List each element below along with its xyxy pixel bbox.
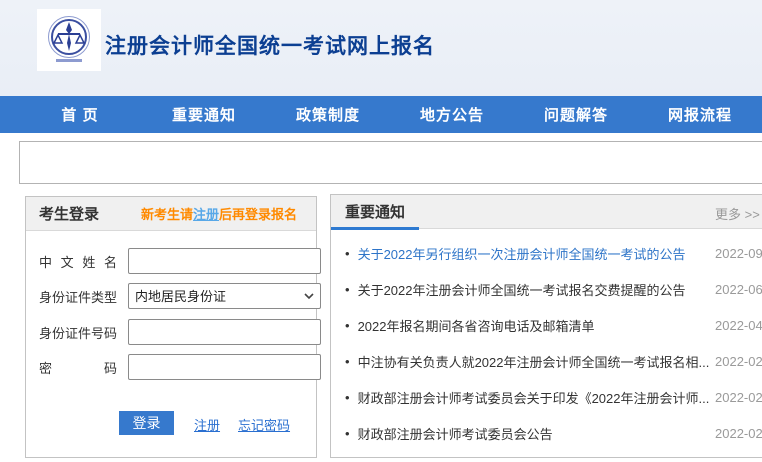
- hint-prefix: 新考生请: [141, 207, 193, 222]
- password-label: 密 码: [39, 358, 117, 377]
- nav-item-important-notices[interactable]: 重要通知: [142, 104, 266, 125]
- password-row: 密 码: [39, 354, 321, 380]
- notices-panel-header: 重要通知 更多 >>: [331, 195, 762, 229]
- id-type-label: 身份证件类型: [39, 287, 117, 306]
- bullet-icon: •: [345, 390, 350, 405]
- forgot-password-link[interactable]: 忘记密码: [238, 415, 290, 434]
- login-panel-header: 考生登录 新考生请注册后再登录报名: [26, 197, 316, 231]
- id-number-row: 身份证件号码: [39, 319, 321, 345]
- banner-placeholder: [19, 141, 762, 184]
- cicpa-logo: [37, 9, 101, 71]
- new-candidate-hint: 新考生请注册后再登录报名: [141, 204, 297, 223]
- id-number-input[interactable]: [128, 319, 321, 345]
- bullet-icon: •: [345, 282, 350, 297]
- id-number-label: 身份证件号码: [39, 323, 117, 342]
- id-type-row: 身份证件类型 内地居民身份证: [39, 283, 321, 309]
- hint-suffix: 后再登录报名: [219, 207, 297, 222]
- login-button[interactable]: 登录: [119, 411, 174, 435]
- notices-panel: 重要通知 更多 >> • 关于2022年另行组织一次注册会计师全国统一考试的公告…: [330, 194, 762, 458]
- nav-item-faq[interactable]: 问题解答: [514, 104, 638, 125]
- name-label: 中 文 姓 名: [39, 252, 117, 271]
- list-item: • 财政部注册会计师考试委员会关于印发《2022年注册会计师... 2022-0…: [331, 379, 762, 415]
- main-nav: 首 页 重要通知 政策制度 地方公告 问题解答 网报流程: [0, 96, 762, 133]
- bullet-icon: •: [345, 354, 350, 369]
- id-type-select-wrap: 内地居民身份证: [128, 283, 321, 309]
- chinese-name-input[interactable]: [128, 248, 321, 274]
- login-actions: 登录 注册 忘记密码: [26, 411, 316, 435]
- notice-date: 2022-02-: [715, 390, 762, 405]
- nav-item-registration-process[interactable]: 网报流程: [638, 104, 762, 125]
- notice-link[interactable]: 中注协有关负责人就2022年注册会计师全国统一考试报名相...: [358, 352, 710, 371]
- notice-date: 2022-02-: [715, 354, 762, 369]
- list-item: • 财政部注册会计师考试委员会公告 2022-02-: [331, 415, 762, 451]
- nav-item-local-announcements[interactable]: 地方公告: [390, 104, 514, 125]
- notice-link[interactable]: 关于2022年注册会计师全国统一考试报名交费提醒的公告: [358, 280, 686, 299]
- tab-important-notices[interactable]: 重要通知: [331, 196, 419, 230]
- more-link[interactable]: 更多 >>: [715, 204, 760, 223]
- password-input[interactable]: [128, 354, 321, 380]
- bullet-icon: •: [345, 318, 350, 333]
- bullet-icon: •: [345, 426, 350, 441]
- site-header: 注册会计师全国统一考试网上报名: [0, 0, 762, 96]
- list-item: • 2022年报名期间各省咨询电话及邮箱清单 2022-04-: [331, 307, 762, 343]
- hint-register-link[interactable]: 注册: [193, 207, 219, 222]
- notices-title: 重要通知: [345, 201, 405, 222]
- nav-item-policies[interactable]: 政策制度: [266, 104, 390, 125]
- name-row: 中 文 姓 名: [39, 248, 321, 274]
- notice-link[interactable]: 财政部注册会计师考试委员会公告: [358, 424, 553, 443]
- list-item: • 关于2022年注册会计师全国统一考试报名交费提醒的公告 2022-06-: [331, 271, 762, 307]
- list-item: • 关于2022年另行组织一次注册会计师全国统一考试的公告 2022-09-: [331, 235, 762, 271]
- list-item: • 中注协有关负责人就2022年注册会计师全国统一考试报名相... 2022-0…: [331, 343, 762, 379]
- notice-date: 2022-04-: [715, 318, 762, 333]
- login-panel: 考生登录 新考生请注册后再登录报名 中 文 姓 名 身份证件类型 内地居民身份证…: [25, 196, 317, 458]
- notice-link[interactable]: 关于2022年另行组织一次注册会计师全国统一考试的公告: [358, 244, 686, 263]
- notice-list: • 关于2022年另行组织一次注册会计师全国统一考试的公告 2022-09- •…: [331, 235, 762, 451]
- nav-item-home[interactable]: 首 页: [18, 104, 142, 125]
- login-title: 考生登录: [39, 203, 99, 224]
- notice-link[interactable]: 2022年报名期间各省咨询电话及邮箱清单: [358, 316, 595, 335]
- notice-date: 2022-06-: [715, 282, 762, 297]
- register-link[interactable]: 注册: [194, 415, 220, 434]
- cicpa-emblem-icon: [42, 13, 96, 67]
- bullet-icon: •: [345, 246, 350, 261]
- notice-link[interactable]: 财政部注册会计师考试委员会关于印发《2022年注册会计师...: [358, 388, 710, 407]
- notice-date: 2022-09-: [715, 246, 762, 261]
- notice-date: 2022-02-: [715, 426, 762, 441]
- id-type-select[interactable]: 内地居民身份证: [128, 283, 321, 309]
- page-title: 注册会计师全国统一考试网上报名: [105, 30, 435, 60]
